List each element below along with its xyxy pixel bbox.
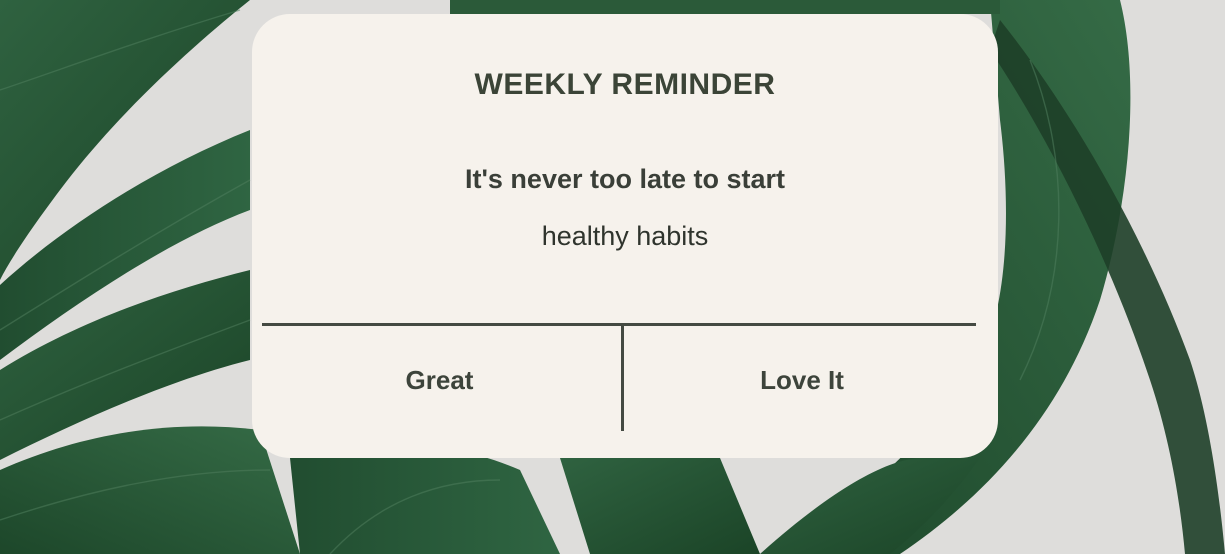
great-button[interactable]: Great — [262, 326, 621, 434]
dialog-message-line-1: It's never too late to start — [465, 164, 785, 194]
dialog-message-line-2: healthy habits — [541, 221, 709, 251]
dialog-title: WEEKLY REMINDER — [474, 68, 776, 101]
reminder-dialog: WEEKLY REMINDER It's never too late to s… — [252, 14, 998, 458]
love-it-button[interactable]: Love It — [624, 326, 976, 434]
screen: WEEKLY REMINDER It's never too late to s… — [0, 0, 1225, 554]
